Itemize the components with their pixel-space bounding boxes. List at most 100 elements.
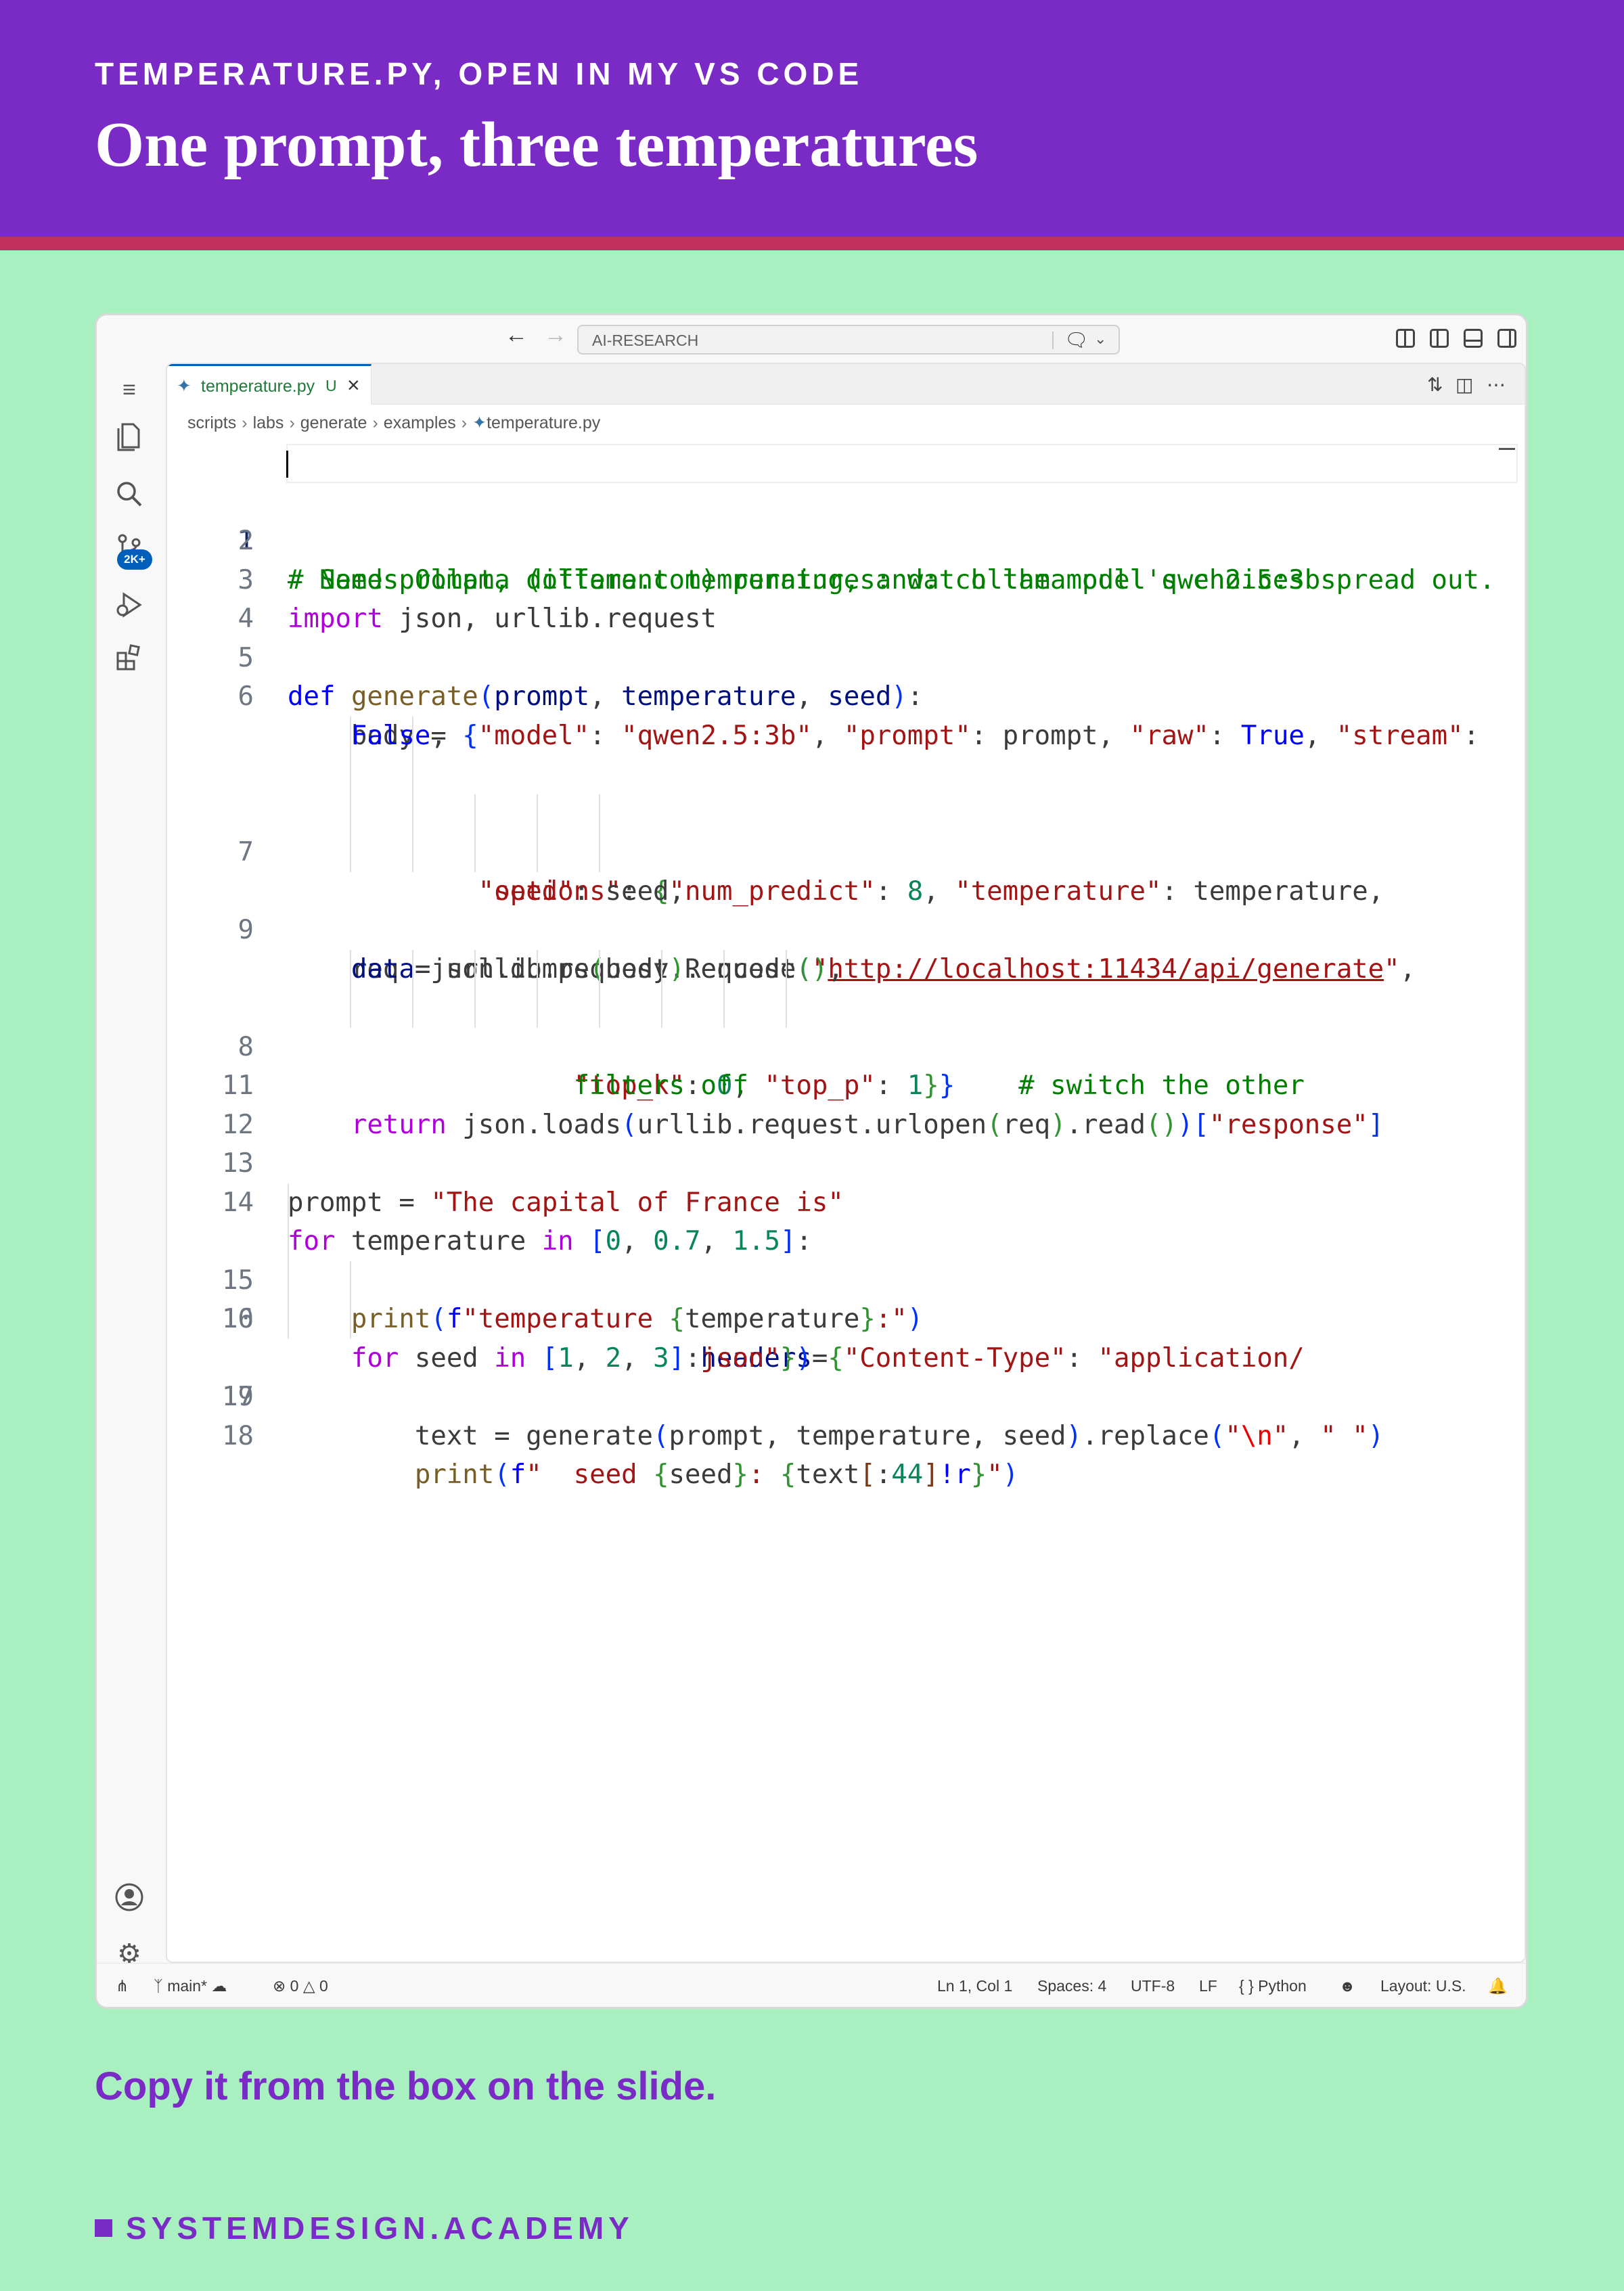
chevron-right-icon: › (289, 413, 295, 432)
indent-guide (288, 1222, 289, 1261)
code-editor[interactable]: 1 # Same prompt, different temperatures:… (167, 444, 1525, 1490)
indent-guide (599, 794, 600, 833)
code-line: 9 req = urllib.request.Request("http://l… (167, 872, 1525, 984)
indent-guide (723, 989, 725, 1028)
code-line: 4 (167, 561, 1525, 634)
indent-guide (288, 1300, 289, 1339)
code-line-wrap: json"}) (167, 989, 1525, 1374)
breadcrumb-item[interactable]: generate (300, 413, 367, 433)
language-mode[interactable]: { } Python (1239, 1977, 1307, 1995)
indent-guide (350, 1300, 351, 1339)
problems-indicator[interactable]: ⊗ 0 △ 0 (273, 1977, 328, 1995)
notifications-bell-icon[interactable]: 🔔 (1488, 1977, 1508, 1995)
branch-name: main* (167, 1977, 208, 1995)
indent-guide (412, 755, 413, 794)
breadcrumb-item[interactable]: temperature.py (487, 413, 600, 433)
split-editor-icon[interactable]: ◫ (1456, 373, 1473, 396)
indent-guide (661, 989, 662, 1028)
command-center-label: AI-RESEARCH (592, 332, 699, 349)
menu-icon[interactable]: ≡ (112, 372, 147, 407)
indent-guide (412, 833, 413, 872)
editor-group: ✦ temperature.py U × ⇅ ◫ ⋯ scripts › labs ›… (166, 363, 1526, 1963)
open-changes-icon[interactable]: ⇅ (1427, 373, 1443, 396)
title-bar: ← → AI-RESEARCH 🗨 ⌄ (97, 315, 1526, 363)
breadcrumb-item[interactable]: examples (384, 413, 456, 433)
current-line-highlight (286, 444, 1518, 483)
indent-guide (350, 755, 351, 794)
code-line: 8 "top_k": 0, "top_p": 1}} # switch the … (167, 794, 1525, 1101)
command-center[interactable]: AI-RESEARCH 🗨 ⌄ (577, 325, 1120, 355)
toggle-secondary-sidebar-icon[interactable] (1497, 329, 1516, 348)
breadcrumb-item[interactable]: scripts (187, 413, 236, 433)
run-debug-icon[interactable] (112, 587, 147, 622)
code-line: 1 # Same prompt, different temperatures:… (167, 444, 1525, 595)
indent-guide (474, 794, 476, 833)
cursor-position[interactable]: Ln 1, Col 1 (937, 1977, 1012, 1995)
code-line: 13 prompt = "The capital of France is" (167, 1106, 1525, 1218)
indent-guide (786, 989, 787, 1028)
indent-guide (599, 949, 600, 989)
code-line: 3 import json, urllib.request (167, 522, 1525, 635)
indent-guide (412, 716, 413, 755)
indent-guide (537, 989, 538, 1028)
indent-guide (350, 716, 351, 755)
git-branch-icon: ᛉ (154, 1977, 168, 1995)
code-line: 6 body = {"model": "qwen2.5:3b", "prompt… (167, 639, 1525, 751)
status-bar: ⋔ ᛉ main* ☁ ⊗ 0 △ 0 Ln 1, Col 1 Spaces: … (97, 1963, 1526, 2007)
source-control-badge: 2K+ (117, 549, 152, 570)
code-line: 11 return json.loads(urllib.request.urlo… (167, 1028, 1525, 1140)
copilot-icon[interactable]: ☻ (1339, 1977, 1355, 1995)
code-line-wrap: data=json.dumps(body).encode(), (167, 911, 1525, 984)
end-of-line[interactable]: LF (1199, 1977, 1217, 1995)
accounts-icon[interactable] (112, 1880, 147, 1915)
code-line-wrap: "seed": seed, (167, 755, 1525, 907)
indent-guide (599, 989, 600, 1028)
indent-guide (537, 794, 538, 833)
brand-name: SYSTEMDESIGN.ACADEMY (126, 2210, 634, 2246)
breadcrumb-item[interactable]: labs (253, 413, 284, 433)
command-center-divider (1052, 332, 1054, 349)
python-file-icon: ✦ (472, 413, 487, 432)
toggle-panel-icon[interactable] (1464, 329, 1483, 348)
more-actions-icon[interactable]: ⋯ (1487, 373, 1506, 396)
error-icon: ⊗ (273, 1977, 286, 1995)
extensions-icon[interactable] (112, 640, 147, 675)
slide-title: One prompt, three temperatures (95, 110, 978, 180)
arrow-left-icon[interactable]: ← (505, 322, 528, 348)
sync-icon: ☁ (211, 1977, 227, 1995)
python-file-icon: ✦ (177, 376, 191, 396)
tab-temperature-py[interactable]: ✦ temperature.py U × (167, 364, 371, 405)
text-cursor (286, 451, 288, 478)
code-line: 10 headers={"Content-Type": "application… (167, 949, 1525, 1374)
indent-guide (350, 949, 351, 989)
warning-icon: △ (302, 1977, 315, 1995)
warning-count: 0 (319, 1977, 328, 1995)
chevron-right-icon: › (242, 413, 248, 432)
customize-layout-icon[interactable] (1396, 329, 1415, 348)
explorer-icon[interactable] (112, 419, 147, 455)
indent-guide (412, 989, 413, 1028)
close-icon[interactable]: × (347, 373, 360, 398)
error-count: 0 (290, 1977, 299, 1995)
encoding[interactable]: UTF-8 (1131, 1977, 1175, 1995)
tab-bar: ✦ temperature.py U × ⇅ ◫ ⋯ (167, 364, 1525, 405)
code-line: 15 print(f"temperature {temperature}:") (167, 1183, 1525, 1334)
code-line: 2 # Needs Ollama (ollama.com) running, a… (167, 483, 1525, 595)
code-line: 12 (167, 1066, 1525, 1140)
tab-label: temperature.py (201, 377, 315, 396)
toggle-primary-sidebar-icon[interactable] (1430, 329, 1449, 348)
code-text: print(f" seed {seed}: {text[:44]!r}") (414, 1459, 1019, 1490)
branch-indicator[interactable]: ᛉ main* ☁ (154, 1977, 227, 1995)
search-icon[interactable] (112, 476, 147, 512)
code-line: 19 (167, 1339, 1525, 1412)
remote-indicator-icon[interactable]: ⋔ (116, 1977, 129, 1995)
indentation[interactable]: Spaces: 4 (1037, 1977, 1106, 1995)
brand-square-icon (95, 2219, 112, 2237)
indent-guide (350, 794, 351, 833)
code-line-wrap: filters off (167, 833, 1525, 1101)
keyboard-layout[interactable]: Layout: U.S. (1380, 1977, 1466, 1995)
indent-guide (288, 1183, 289, 1222)
chevron-down-icon[interactable]: ⌄ (1094, 330, 1106, 348)
arrow-right-icon[interactable]: → (544, 322, 567, 348)
copilot-chat-icon[interactable]: 🗨 (1064, 329, 1089, 351)
